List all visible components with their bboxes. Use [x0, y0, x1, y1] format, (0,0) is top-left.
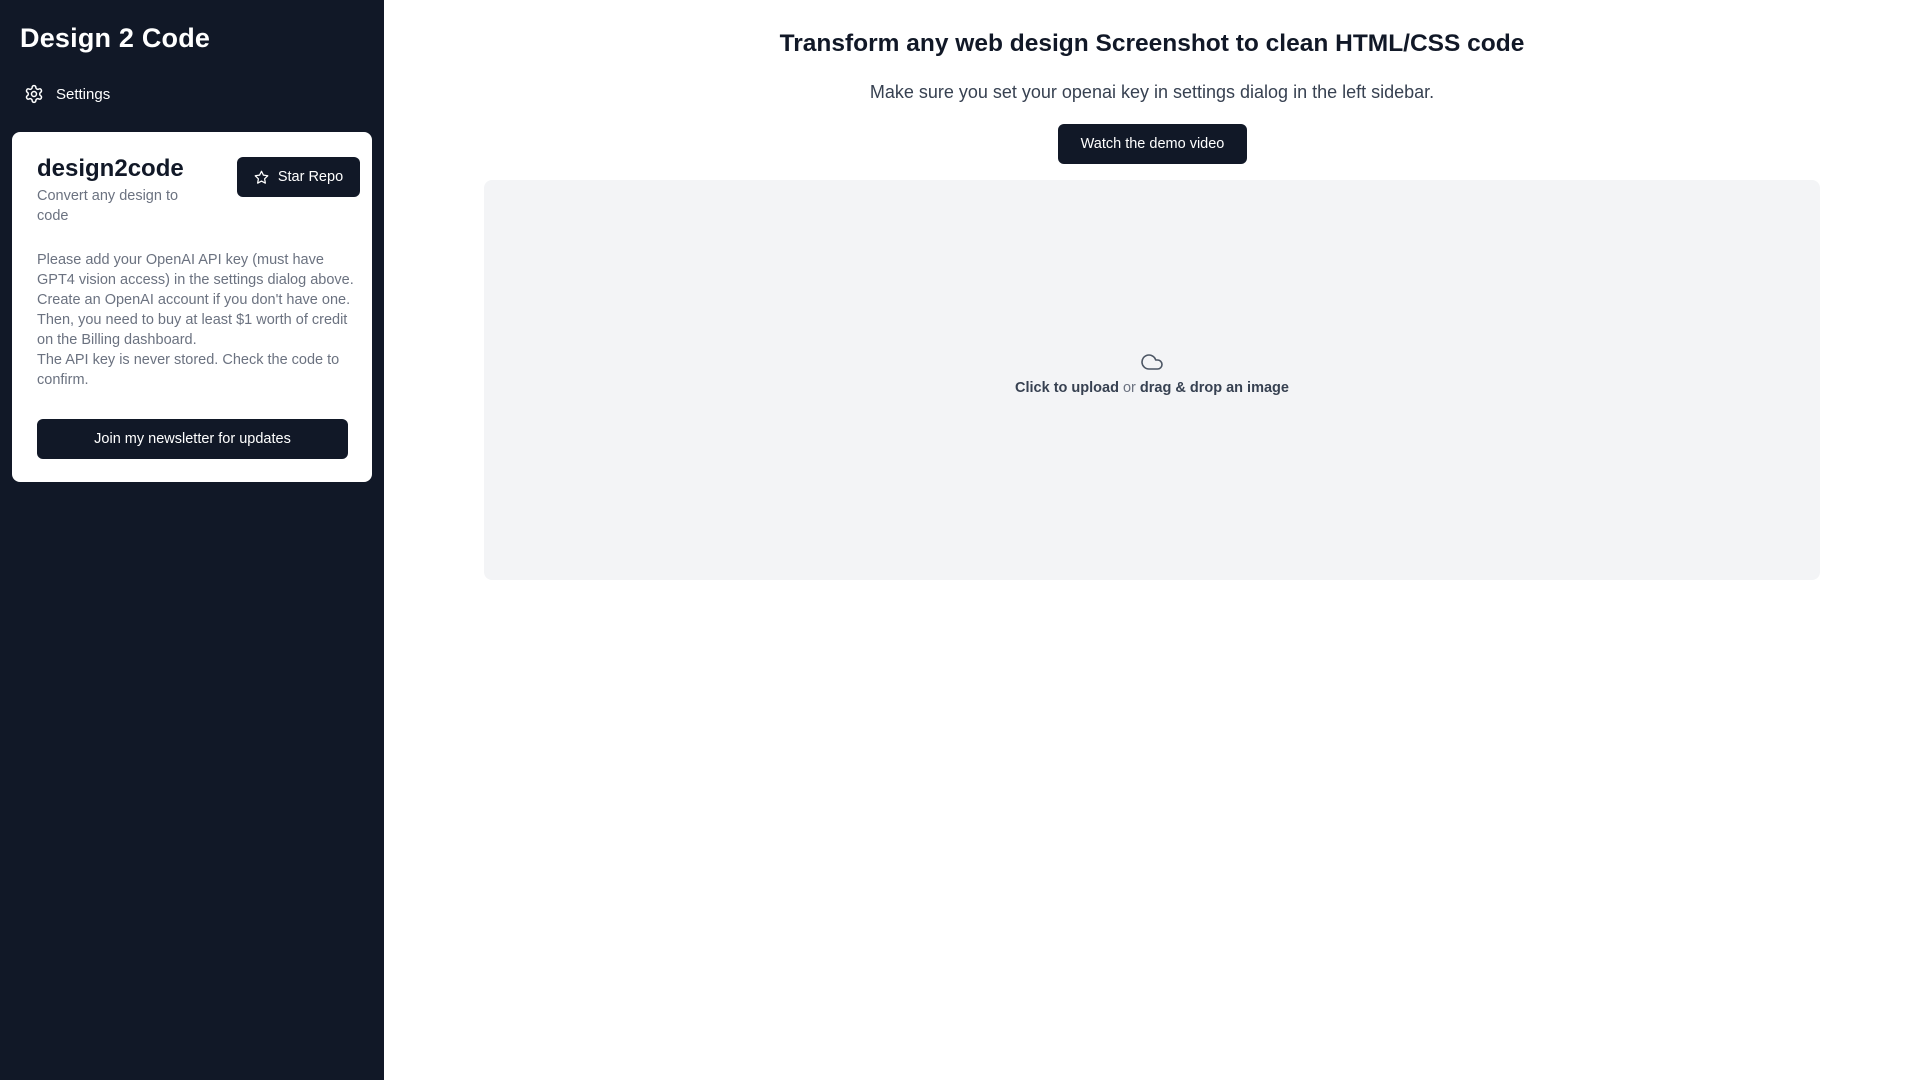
- app-title: Design 2 Code: [20, 23, 211, 53]
- info-card: design2code Convert any design to code S…: [12, 132, 372, 482]
- star-icon: [254, 170, 269, 185]
- star-repo-button[interactable]: Star Repo: [237, 157, 360, 197]
- upload-hint: Click to upload or drag & drop an image: [484, 380, 1820, 396]
- click-to-upload-text[interactable]: Click to upload: [1015, 380, 1119, 396]
- settings-label: Settings: [56, 85, 111, 103]
- cloud-icon: [1140, 350, 1164, 374]
- watch-demo-button[interactable]: Watch the demo video: [1058, 124, 1247, 164]
- card-subtitle: Convert any design to code: [37, 188, 179, 224]
- or-text: or: [1122, 380, 1136, 396]
- card-body-line: Please add your OpenAI API key (must hav…: [37, 252, 354, 288]
- gear-icon: [24, 84, 44, 104]
- card-body: Please add your OpenAI API key (must hav…: [37, 250, 357, 390]
- page-title: Transform any web design Screenshot to c…: [779, 30, 1525, 57]
- newsletter-button[interactable]: Join my newsletter for updates: [37, 419, 348, 459]
- settings-button[interactable]: Settings: [24, 82, 110, 106]
- upload-dropzone[interactable]: Click to upload or drag & drop an image: [484, 180, 1820, 580]
- sidebar: Design 2 Code Settings design2code Conve…: [0, 0, 384, 1080]
- drag-drop-text: drag & drop an image: [1139, 380, 1289, 396]
- card-body-line: Create an OpenAI account if you don't ha…: [37, 292, 351, 348]
- page-subtitle: Make sure you set your openai key in set…: [869, 82, 1435, 102]
- star-repo-label: Star Repo: [277, 169, 344, 185]
- card-body-line: The API key is never stored. Check the c…: [37, 352, 340, 388]
- card-title: design2code: [37, 155, 184, 182]
